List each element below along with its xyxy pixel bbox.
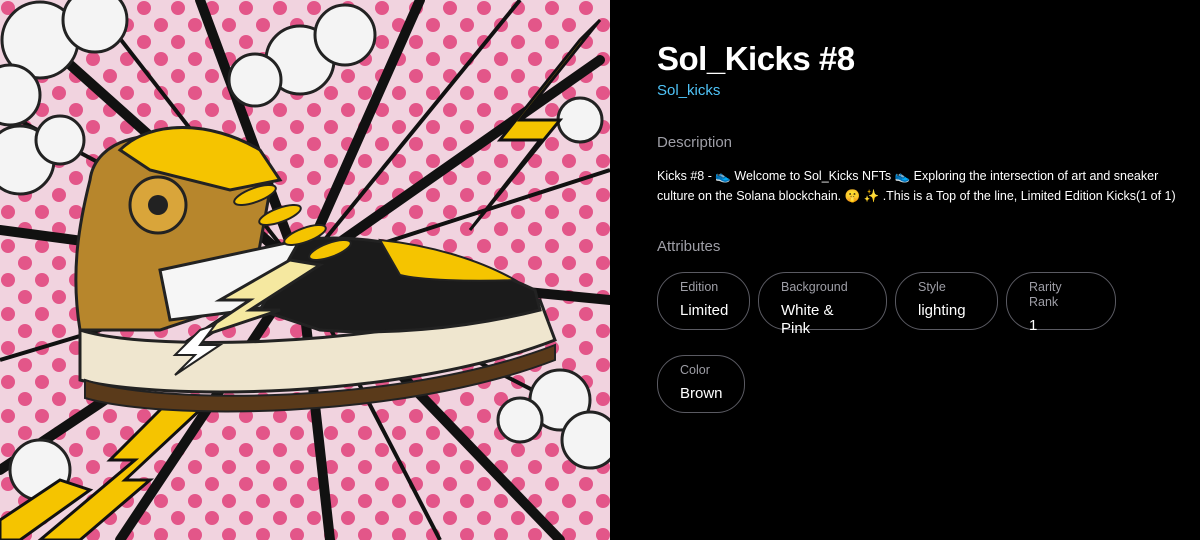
attribute-chip-rarity-rank[interactable]: Rarity Rank 1 [1006,272,1116,334]
attribute-value: Brown [680,385,723,402]
attribute-trait: Color [680,363,710,377]
nft-details-panel: Sol_Kicks #8 Sol_kicks Description Kicks… [610,0,1200,540]
sneaker-illustration [0,0,610,540]
attribute-chip-edition[interactable]: Edition Limited [657,272,750,330]
nft-description: Kicks #8 - 👟 Welcome to Sol_Kicks NFTs 👟… [657,169,1176,203]
attribute-value: lighting [918,302,966,319]
attribute-value: White & Pink [781,302,834,337]
attributes-grid: Edition Limited Background White & Pink … [657,272,1187,413]
attribute-trait: Style [918,280,946,294]
attribute-chip-background[interactable]: Background White & Pink [758,272,887,337]
attribute-chip-color[interactable]: Color Brown [657,355,745,413]
attribute-chip-style[interactable]: Style lighting [895,272,998,330]
attribute-value: Limited [680,302,729,319]
nft-artwork[interactable] [0,0,610,540]
attribute-trait: Edition [680,280,719,294]
attribute-value: 1 [1029,317,1038,334]
attributes-label: Attributes [657,238,721,255]
attribute-trait: Rarity Rank [1029,280,1062,309]
collection-link[interactable]: Sol_kicks [657,82,720,99]
description-label: Description [657,134,733,151]
nft-title: Sol_Kicks #8 [657,40,855,77]
attribute-trait: Background [781,280,848,294]
